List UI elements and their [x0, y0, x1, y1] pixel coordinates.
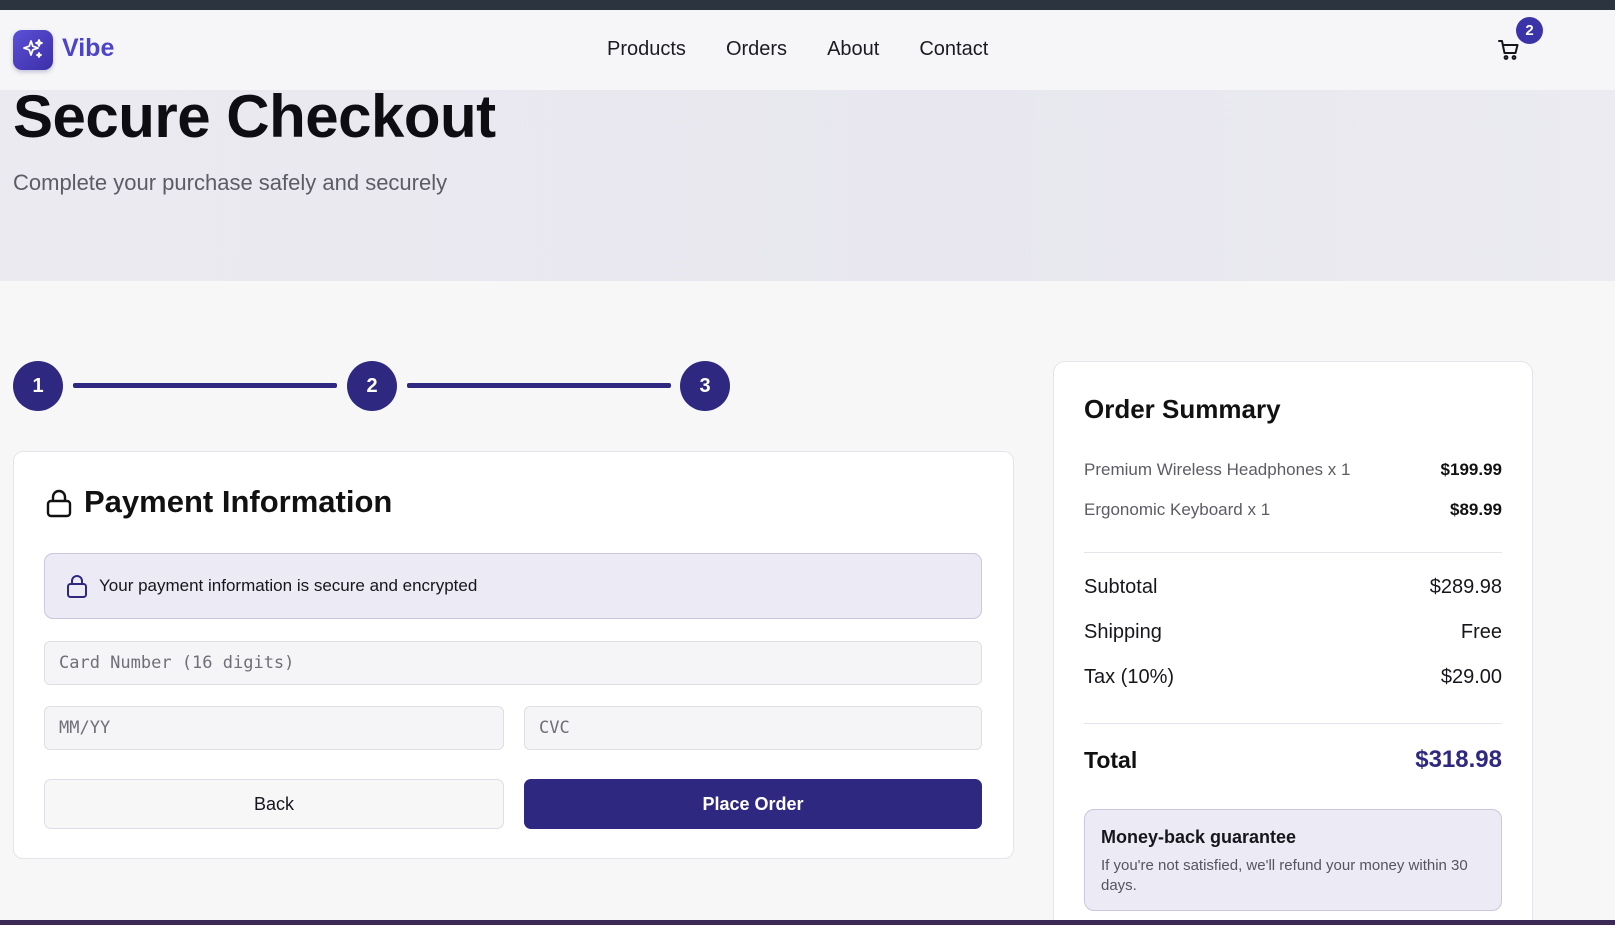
shipping-value: Free: [1460, 621, 1502, 643]
total-value: $318.98: [1415, 746, 1502, 773]
expiry-input[interactable]: [44, 706, 504, 750]
total-label: Total: [1084, 747, 1138, 773]
page-subtitle: Complete your purchase safely and secure…: [13, 170, 448, 195]
payment-title: Payment Information: [84, 484, 393, 519]
secure-notice-text: Your payment information is secure and e…: [99, 576, 478, 595]
order-summary-title: Order Summary: [1084, 394, 1281, 424]
summary-item-price: $199.99: [1440, 460, 1502, 479]
cart-icon[interactable]: [1497, 38, 1521, 62]
main-nav: Products Orders About Contact: [607, 38, 1028, 61]
guarantee-text: If you're not satisfied, we'll refund yo…: [1101, 857, 1468, 894]
step-2: 2: [347, 361, 397, 411]
lock-icon: [46, 489, 72, 518]
sparkles-icon: [23, 39, 43, 58]
back-button[interactable]: Back: [44, 779, 504, 829]
nav-orders[interactable]: Orders: [726, 38, 787, 61]
nav-contact[interactable]: Contact: [919, 38, 988, 61]
guarantee-box: Money-back guarantee If you're not satis…: [1084, 809, 1502, 911]
navbar: Vibe Products Orders About Contact: [0, 10, 1615, 90]
tax-value: $29.00: [1440, 666, 1502, 688]
card-number-input[interactable]: [44, 641, 982, 685]
lock-icon: [67, 575, 87, 598]
shipping-label: Shipping: [1084, 621, 1162, 643]
summary-divider: [1084, 723, 1502, 724]
tax-label: Tax (10%): [1084, 666, 1175, 688]
nav-about[interactable]: About: [827, 38, 879, 61]
step-3: 3: [680, 361, 730, 411]
cart-count-badge[interactable]: 2: [1516, 17, 1543, 44]
brand-name[interactable]: Vibe: [62, 34, 114, 63]
step-connector: [73, 383, 337, 388]
nav-products[interactable]: Products: [607, 38, 686, 61]
summary-item-price: $89.99: [1450, 500, 1502, 519]
guarantee-title: Money-back guarantee: [1101, 827, 1297, 847]
page-title: Secure Checkout: [13, 83, 496, 150]
window-bottom-strip: [0, 920, 1615, 925]
subtotal-value: $289.98: [1429, 576, 1502, 598]
window-top-strip: [0, 0, 1615, 10]
summary-divider: [1084, 552, 1502, 553]
place-order-button[interactable]: Place Order: [524, 779, 982, 829]
logo[interactable]: [13, 30, 53, 70]
step-1: 1: [13, 361, 63, 411]
summary-item-name: Ergonomic Keyboard x 1: [1084, 500, 1271, 519]
subtotal-label: Subtotal: [1084, 576, 1158, 598]
summary-item-name: Premium Wireless Headphones x 1: [1084, 460, 1351, 479]
step-connector: [407, 383, 671, 388]
cvc-input[interactable]: [524, 706, 982, 750]
